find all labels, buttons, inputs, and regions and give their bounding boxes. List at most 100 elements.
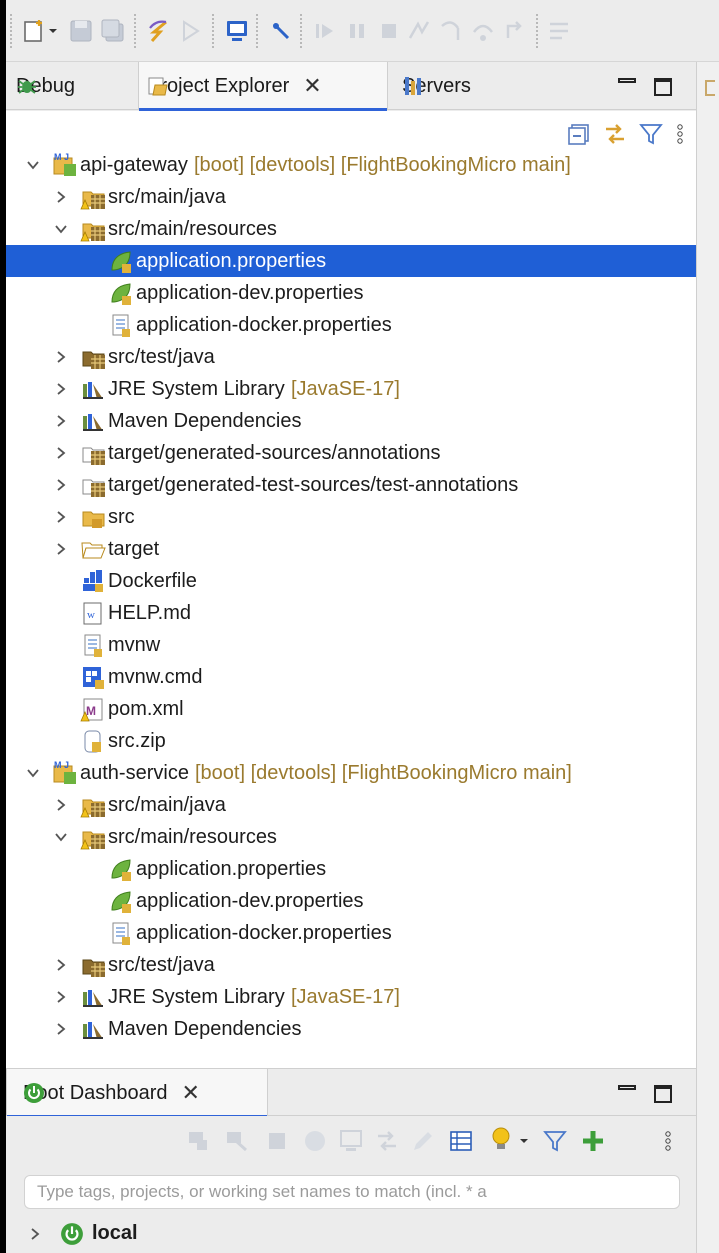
collapse-chevron-icon[interactable] xyxy=(24,764,42,782)
folder-icon xyxy=(82,511,105,528)
terminate-disabled-icon[interactable] xyxy=(376,18,402,44)
expand-chevron-icon[interactable] xyxy=(52,540,70,558)
tab-boot-dashboard[interactable]: Boot Dashboard ✕ xyxy=(6,1069,268,1118)
tree-item[interactable]: application-dev.properties xyxy=(6,277,696,309)
toolbar-separator xyxy=(10,14,12,48)
new-wizard-icon[interactable] xyxy=(22,18,48,44)
tree-item[interactable]: application-dev.properties xyxy=(6,885,696,917)
maven-pom-icon: M xyxy=(80,698,103,722)
tree-item[interactable]: src/test/java xyxy=(6,341,696,373)
view-menu-icon[interactable] xyxy=(674,121,686,147)
tree-item[interactable]: application.properties xyxy=(6,853,696,885)
expand-chevron-icon[interactable] xyxy=(26,1225,44,1243)
tree-item[interactable]: target/generated-test-sources/test-annot… xyxy=(6,469,696,501)
tree-item[interactable]: JRE System Library [JavaSE-17] xyxy=(6,981,696,1013)
tree-item[interactable]: src/main/java xyxy=(6,789,696,821)
start-process-disabled-icon[interactable] xyxy=(186,1128,212,1154)
tree-item[interactable]: JRE System Library [JavaSE-17] xyxy=(6,373,696,405)
tab-boot-dashboard-close-icon[interactable]: ✕ xyxy=(182,1082,200,1104)
expand-chevron-icon[interactable] xyxy=(52,508,70,526)
tree-item[interactable]: M Jauth-service [boot] [devtools] [FlightB… xyxy=(6,757,696,789)
debug-icon[interactable] xyxy=(268,18,294,44)
tree-item[interactable]: Mpom.xml xyxy=(6,693,696,725)
boot-filter-icon[interactable] xyxy=(542,1128,568,1154)
tree-item[interactable]: w HELP.md xyxy=(6,597,696,629)
spring-properties-icon xyxy=(111,891,131,913)
filter-icon[interactable] xyxy=(638,121,664,147)
tree-item[interactable]: target xyxy=(6,533,696,565)
boot-view-menu-icon[interactable] xyxy=(662,1128,674,1154)
tree-item[interactable]: target/generated-sources/annotations xyxy=(6,437,696,469)
add-icon[interactable] xyxy=(580,1128,606,1154)
tree-item[interactable]: src.zip xyxy=(6,725,696,757)
disconnect-disabled-icon[interactable] xyxy=(406,18,432,44)
editor-area-edge xyxy=(696,62,719,1253)
step-return-disabled-icon[interactable] xyxy=(502,18,528,44)
save-icon[interactable] xyxy=(68,18,94,44)
tree-item[interactable]: M Japi-gateway [boot] [devtools] [FlightBo… xyxy=(6,149,696,181)
minimize-boot-view-icon[interactable] xyxy=(618,1085,636,1090)
lightbulb-dropdown-chevron-icon[interactable] xyxy=(518,1128,530,1154)
stop-process-disabled-icon[interactable] xyxy=(264,1128,290,1154)
collapse-chevron-icon[interactable] xyxy=(24,156,42,174)
debug-process-disabled-icon[interactable] xyxy=(224,1128,250,1154)
tree-item-decoration: [boot] [devtools] [FlightBookingMicro ma… xyxy=(194,153,571,176)
link-with-console-disabled-icon[interactable] xyxy=(374,1128,400,1154)
use-step-filters-disabled-icon[interactable] xyxy=(546,18,572,44)
boot-node-local[interactable]: local xyxy=(92,1222,138,1245)
expand-chevron-icon[interactable] xyxy=(52,380,70,398)
expand-chevron-icon[interactable] xyxy=(52,956,70,974)
properties-table-icon[interactable] xyxy=(448,1128,474,1154)
expand-chevron-icon[interactable] xyxy=(52,348,70,366)
tree-item[interactable]: Dockerfile xyxy=(6,565,696,597)
open-web-browser-disabled-icon[interactable] xyxy=(302,1128,328,1154)
resume-disabled-icon[interactable] xyxy=(312,18,338,44)
expand-chevron-icon[interactable] xyxy=(52,796,70,814)
expand-chevron-icon[interactable] xyxy=(52,476,70,494)
tree-item[interactable]: src/main/resources xyxy=(6,821,696,853)
edit-disabled-icon[interactable] xyxy=(410,1128,436,1154)
tree-item[interactable]: Maven Dependencies xyxy=(6,405,696,437)
tree-item-label: application-docker.properties xyxy=(136,313,392,336)
tree-item[interactable]: src xyxy=(6,501,696,533)
expand-chevron-icon[interactable] xyxy=(52,988,70,1006)
collapse-chevron-icon[interactable] xyxy=(52,828,70,846)
tab-servers[interactable]: Servers xyxy=(402,62,471,110)
boot-filter-input[interactable]: Type tags, projects, or working set name… xyxy=(24,1175,680,1209)
expand-chevron-icon[interactable] xyxy=(52,188,70,206)
step-into-disabled-icon[interactable] xyxy=(438,18,464,44)
lightbulb-icon[interactable] xyxy=(488,1126,514,1154)
expand-chevron-icon[interactable] xyxy=(52,1020,70,1038)
tree-item[interactable]: Maven Dependencies xyxy=(6,1013,696,1045)
tab-project-explorer-close-icon[interactable]: ✕ xyxy=(303,75,321,97)
step-over-disabled-icon[interactable] xyxy=(470,18,496,44)
tree-item[interactable]: src/main/java xyxy=(6,181,696,213)
maximize-boot-view-icon[interactable] xyxy=(654,1085,672,1103)
tab-debug[interactable]: Debug xyxy=(16,62,75,110)
collapse-all-icon[interactable] xyxy=(566,121,592,147)
tab-project-explorer[interactable]: Project Explorer ✕ xyxy=(138,62,388,111)
tree-item[interactable]: src/test/java xyxy=(6,949,696,981)
console-icon[interactable] xyxy=(224,18,250,44)
tree-item[interactable]: mvnw xyxy=(6,629,696,661)
tree-item[interactable]: application-docker.properties xyxy=(6,309,696,341)
minimize-view-icon[interactable] xyxy=(618,78,636,83)
run-last-disabled-icon[interactable] xyxy=(178,18,204,44)
spring-boot-power-icon xyxy=(24,1083,44,1103)
expand-chevron-icon[interactable] xyxy=(52,412,70,430)
suspend-disabled-icon[interactable] xyxy=(344,18,370,44)
tree-item[interactable]: application.properties xyxy=(6,245,696,277)
open-console-disabled-icon[interactable] xyxy=(338,1128,364,1154)
maximize-view-icon[interactable] xyxy=(654,78,672,96)
expand-chevron-icon[interactable] xyxy=(52,444,70,462)
tree-item[interactable]: application-docker.properties xyxy=(6,917,696,949)
collapse-chevron-icon[interactable] xyxy=(52,220,70,238)
tree-item[interactable]: mvnw.cmd xyxy=(6,661,696,693)
save-all-icon[interactable] xyxy=(100,18,126,44)
editor-tab-edge xyxy=(705,80,715,96)
tree-item-label: mvnw xyxy=(108,633,161,656)
skip-breakpoints-icon[interactable] xyxy=(146,18,172,44)
tree-item[interactable]: src/main/resources xyxy=(6,213,696,245)
link-with-editor-icon[interactable] xyxy=(602,121,628,147)
new-dropdown-chevron-icon[interactable] xyxy=(48,18,58,44)
